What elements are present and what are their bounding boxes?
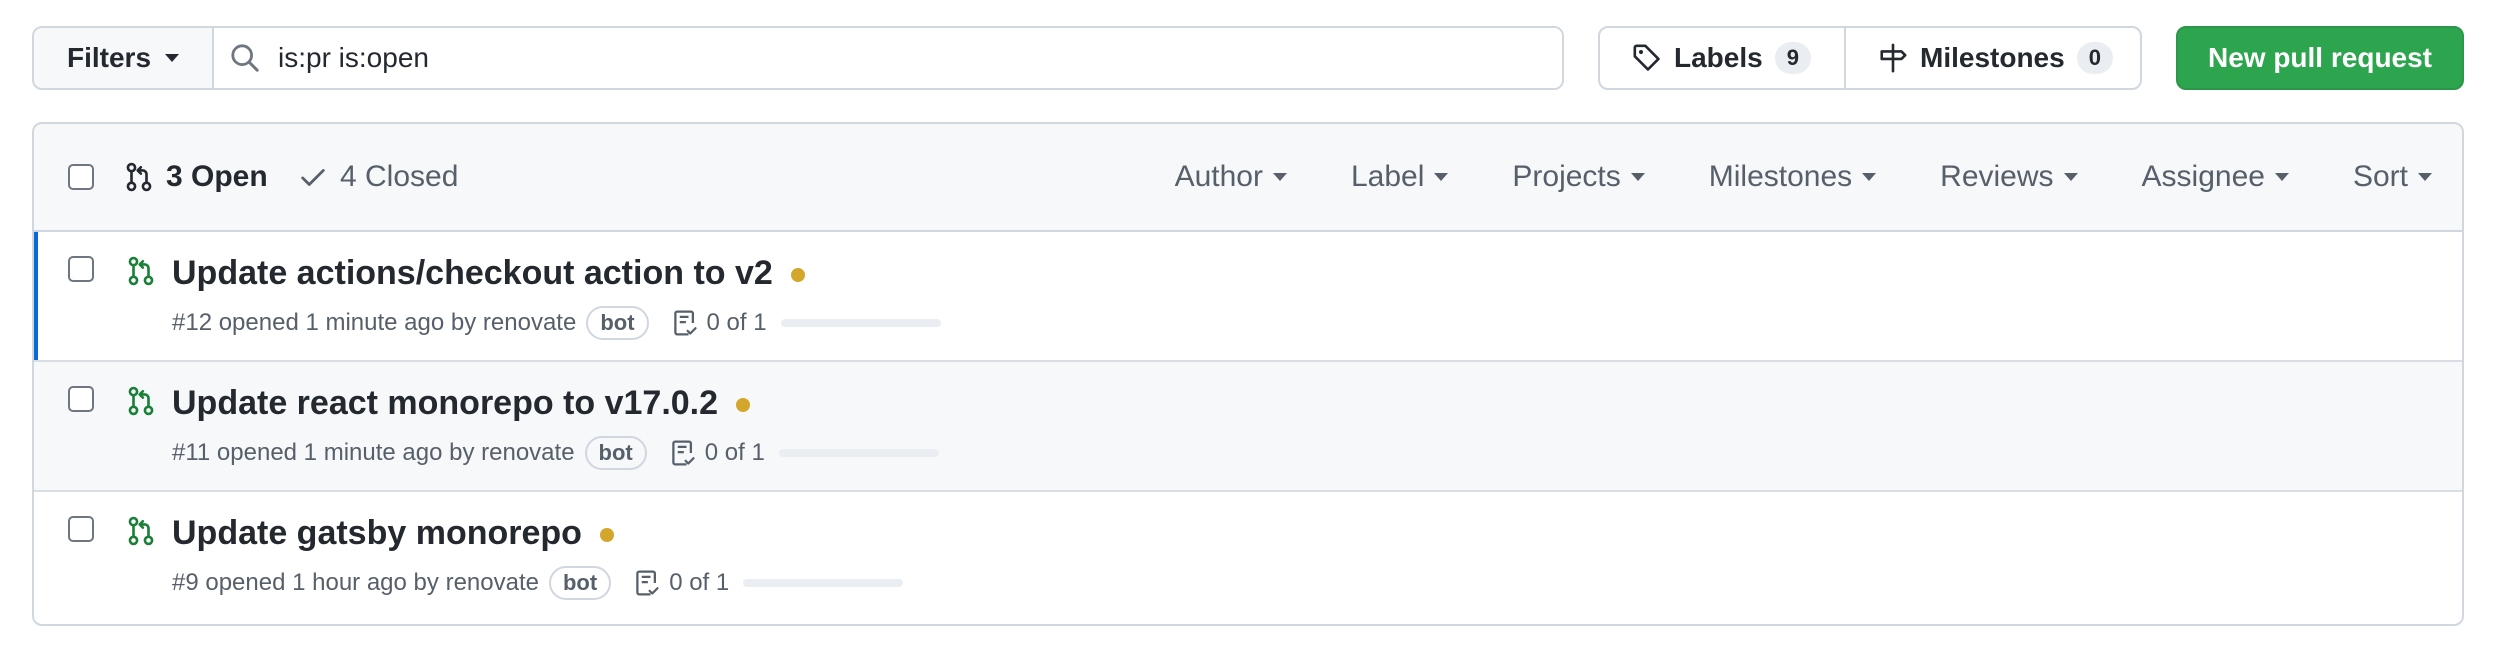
pull-request-title-link[interactable]: Update actions/checkout action to v2 bbox=[172, 254, 805, 293]
git-pull-request-icon bbox=[128, 256, 154, 286]
review-count: 0 of 1 bbox=[706, 309, 767, 336]
review-progress-bar bbox=[780, 319, 941, 327]
labels-count-badge: 9 bbox=[1774, 42, 1811, 74]
tag-icon bbox=[1633, 44, 1660, 71]
pending-status-icon[interactable] bbox=[599, 527, 614, 542]
git-pull-request-icon bbox=[126, 162, 152, 192]
new-pull-request-button[interactable]: New pull request bbox=[2176, 26, 2464, 90]
git-pull-request-icon bbox=[128, 386, 154, 416]
pull-request-title: Update react monorepo to v17.0.2 bbox=[172, 384, 719, 422]
author-link[interactable]: renovate bbox=[481, 439, 574, 467]
open-filter-link[interactable]: 3 Open bbox=[124, 124, 268, 230]
filter-search-group: Filters bbox=[32, 26, 1564, 90]
review-status[interactable]: 0 of 1 bbox=[633, 569, 729, 597]
filter-menus: Author Label Projects Milestones Reviews… bbox=[1111, 124, 2432, 230]
bot-badge: bot bbox=[548, 566, 612, 600]
review-status[interactable]: 0 of 1 bbox=[669, 439, 765, 467]
pull-request-meta: #9 opened 1 hour ago by renovate bot 0 o… bbox=[172, 566, 904, 600]
label-menu[interactable]: Label bbox=[1350, 160, 1449, 194]
label-menu-label: Label bbox=[1350, 160, 1425, 193]
search-icon bbox=[231, 44, 259, 72]
review-progress-bar bbox=[778, 449, 939, 457]
review-checklist-icon bbox=[671, 440, 695, 466]
pull-request-title-link[interactable]: Update react monorepo to v17.0.2 bbox=[172, 384, 751, 423]
assignee-menu[interactable]: Assignee bbox=[2142, 160, 2289, 194]
issues-toolbar: Filters Labels 9 Milestones 0 bbox=[32, 26, 2464, 90]
author-link[interactable]: renovate bbox=[483, 309, 576, 337]
pull-request-opened-text: #11 opened 1 minute ago by bbox=[172, 439, 475, 466]
open-count-label: 3 Open bbox=[166, 160, 268, 193]
chevron-down-icon bbox=[2274, 173, 2289, 181]
chevron-down-icon bbox=[2063, 173, 2078, 181]
assignee-menu-label: Assignee bbox=[2141, 160, 2265, 193]
review-count: 0 of 1 bbox=[669, 569, 730, 596]
chevron-down-icon bbox=[1272, 173, 1287, 181]
pull-request-meta: #12 opened 1 minute ago by renovate bot … bbox=[172, 306, 941, 340]
row-checkbox[interactable] bbox=[68, 516, 94, 542]
pull-request-row[interactable]: Update gatsby monorepo #9 opened 1 hour … bbox=[34, 492, 2462, 622]
milestones-button[interactable]: Milestones 0 bbox=[1844, 28, 2140, 88]
labels-button[interactable]: Labels 9 bbox=[1600, 28, 1844, 88]
milestones-menu-label: Milestones bbox=[1708, 160, 1853, 193]
review-status[interactable]: 0 of 1 bbox=[671, 309, 767, 337]
chevron-down-icon bbox=[1630, 173, 1645, 181]
chevron-down-icon bbox=[1434, 173, 1449, 181]
review-checklist-icon bbox=[636, 570, 659, 596]
pull-request-opened-text: #12 opened 1 minute ago by bbox=[172, 309, 477, 336]
select-all-checkbox[interactable] bbox=[68, 164, 94, 190]
pending-status-icon[interactable] bbox=[790, 267, 805, 282]
search-input[interactable] bbox=[278, 42, 1562, 74]
pull-request-meta: #11 opened 1 minute ago by renovate bot … bbox=[172, 436, 939, 470]
review-progress-bar bbox=[743, 579, 904, 587]
filters-button[interactable]: Filters bbox=[34, 28, 214, 88]
reviews-menu-label: Reviews bbox=[1940, 160, 2054, 193]
milestones-menu[interactable]: Milestones bbox=[1708, 160, 1877, 194]
pull-request-list: 3 Open 4 Closed Author Label Projects Mi… bbox=[32, 122, 2464, 626]
milestones-count-badge: 0 bbox=[2076, 42, 2113, 74]
labels-milestones-group: Labels 9 Milestones 0 bbox=[1598, 26, 2142, 90]
pull-request-row[interactable]: Update react monorepo to v17.0.2 #11 ope… bbox=[34, 362, 2462, 492]
bot-badge: bot bbox=[586, 306, 649, 340]
pull-request-title: Update gatsby monorepo bbox=[172, 514, 582, 552]
chevron-down-icon bbox=[1862, 173, 1877, 181]
projects-menu[interactable]: Projects bbox=[1512, 160, 1645, 194]
milestones-label: Milestones bbox=[1920, 42, 2065, 73]
closed-count-label: 4 Closed bbox=[340, 160, 459, 193]
chevron-down-icon bbox=[2418, 173, 2432, 181]
pull-request-row[interactable]: Update actions/checkout action to v2 #12… bbox=[34, 232, 2462, 362]
row-checkbox[interactable] bbox=[68, 256, 94, 282]
git-pull-request-icon bbox=[128, 516, 154, 546]
labels-label: Labels bbox=[1674, 42, 1763, 73]
projects-menu-label: Projects bbox=[1512, 160, 1621, 193]
reviews-menu[interactable]: Reviews bbox=[1940, 160, 2078, 194]
list-header: 3 Open 4 Closed Author Label Projects Mi… bbox=[34, 124, 2462, 232]
sort-menu[interactable]: Sort bbox=[2353, 160, 2432, 194]
sort-menu-label: Sort bbox=[2352, 160, 2408, 193]
chevron-down-icon bbox=[165, 54, 180, 62]
pull-request-title: Update actions/checkout action to v2 bbox=[172, 254, 773, 292]
review-checklist-icon bbox=[673, 310, 697, 336]
pull-request-opened-text: #9 opened 1 hour ago by bbox=[172, 569, 439, 596]
closed-filter-link[interactable]: 4 Closed bbox=[298, 124, 458, 230]
pull-request-title-link[interactable]: Update gatsby monorepo bbox=[172, 514, 614, 553]
milestone-icon bbox=[1880, 43, 1907, 73]
author-menu[interactable]: Author bbox=[1175, 160, 1287, 194]
search-box[interactable] bbox=[214, 28, 1562, 88]
filters-label: Filters bbox=[66, 42, 152, 73]
row-checkbox[interactable] bbox=[68, 386, 94, 412]
author-link[interactable]: renovate bbox=[446, 569, 539, 597]
review-count: 0 of 1 bbox=[704, 439, 765, 466]
check-icon bbox=[301, 169, 325, 186]
pending-status-icon[interactable] bbox=[736, 397, 751, 412]
author-menu-label: Author bbox=[1174, 160, 1263, 193]
bot-badge: bot bbox=[584, 436, 647, 470]
